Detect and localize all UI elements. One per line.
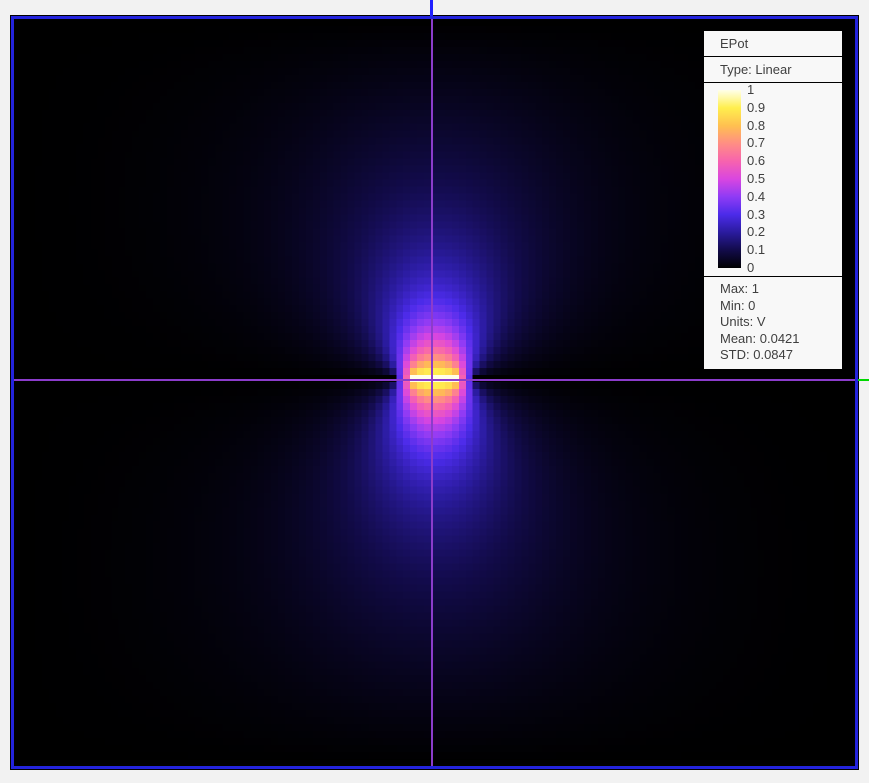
crosshair-horizontal-line[interactable] [14, 379, 855, 381]
colorbar-tick-label: 0.1 [747, 242, 766, 258]
colorbar-tick-label: 0.2 [747, 224, 766, 240]
crosshair-vertical-line[interactable] [431, 19, 433, 766]
colorbar-tick-label: 0 [747, 260, 755, 275]
colorbar-tick-label: 0.3 [747, 206, 766, 222]
colorbar-tick-labels: 1 0.9 0.8 0.7 0.6 0.5 0.4 0.3 0.2 0.1 0 [747, 83, 827, 275]
stat-std: STD: 0.0847 [720, 347, 793, 362]
field-plot-area: EPot Type: Linear 1 0.9 0.8 0.7 0.6 0.5 … [14, 19, 855, 766]
colorbar-tick-label: 0.7 [747, 135, 766, 151]
field-plot-frame: EPot Type: Linear 1 0.9 0.8 0.7 0.6 0.5 … [10, 15, 859, 770]
colorbar-tick-label: 0.5 [747, 171, 766, 186]
legend-panel: EPot Type: Linear 1 0.9 0.8 0.7 0.6 0.5 … [703, 30, 843, 370]
colorbar-gradient [718, 90, 741, 268]
legend-stats: Max: 1 Min: 0 Units: V Mean: 0.0421 STD:… [704, 277, 842, 369]
colorbar-tick-label: 0.4 [747, 188, 766, 204]
legend-title: EPot [704, 31, 842, 57]
stat-min: Min: 0 [720, 297, 756, 313]
legend-scale-type: Type: Linear [704, 57, 842, 83]
stat-mean: Mean: 0.0421 [720, 330, 800, 346]
colorbar-tick-label: 0.6 [747, 153, 766, 169]
stat-max: Max: 1 [720, 281, 760, 296]
crosshair-right-extension [858, 379, 869, 381]
crosshair-top-extension [430, 0, 433, 16]
stat-units: Units: V [720, 314, 766, 329]
colorbar-tick-label: 0.9 [747, 99, 766, 115]
colorbar-tick-label: 0.8 [747, 117, 766, 133]
colorbar-tick-label: 1 [747, 82, 755, 97]
colorbar-section: 1 0.9 0.8 0.7 0.6 0.5 0.4 0.3 0.2 0.1 0 [704, 83, 842, 277]
